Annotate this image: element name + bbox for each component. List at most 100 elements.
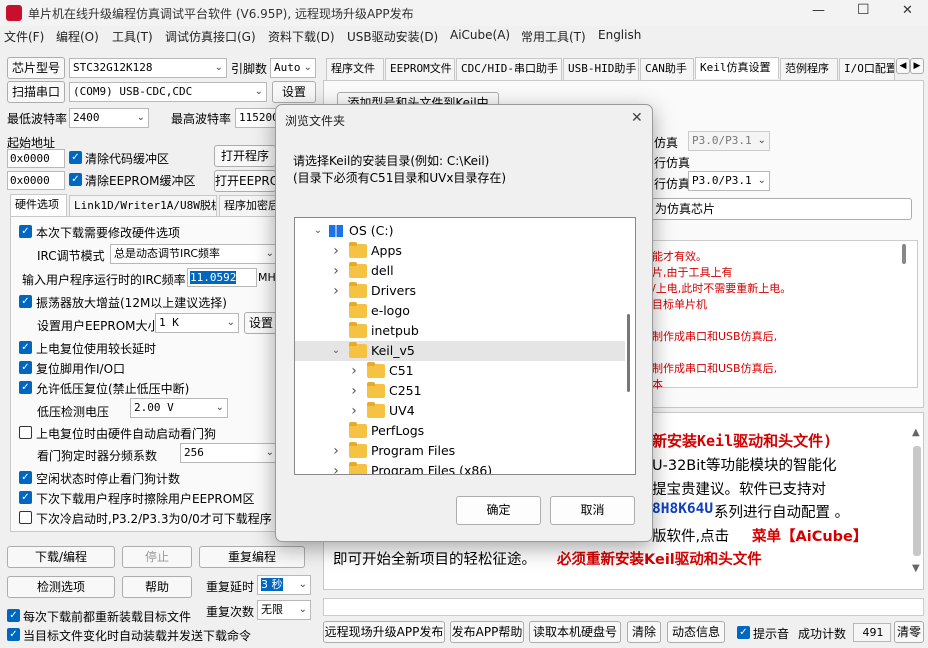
sim-port-select-3[interactable]: P3.0/P3.1 ⌄	[688, 171, 770, 191]
menu-tools[interactable]: 工具(T)	[112, 28, 153, 45]
chevron-right-icon[interactable]: ›	[349, 401, 359, 421]
code-address-input[interactable]: 0x0000	[7, 149, 65, 168]
read-disk-button[interactable]: 读取本机硬盘号	[529, 621, 621, 643]
clear-code-checkbox[interactable]: ✓	[69, 151, 82, 164]
clear-eeprom-checkbox[interactable]: ✓	[69, 173, 82, 186]
beep-checkbox[interactable]: ✓	[737, 626, 750, 639]
eeprom-size-select[interactable]: 1 K ⌄	[155, 313, 239, 333]
close-button[interactable]: ✕	[902, 3, 913, 18]
folder-tree[interactable]: ⌄ OS (C:) › Apps › dell › Drivers e-logo inetpub ⌄…	[294, 217, 636, 475]
tab-can[interactable]: CAN助手	[640, 58, 694, 80]
tab-keil-sim[interactable]: Keil仿真设置	[695, 57, 779, 79]
sim-info-scrollbar[interactable]	[902, 244, 906, 264]
clear-log-button[interactable]: 清除	[627, 621, 661, 643]
dialog-close-icon[interactable]: ✕	[631, 110, 643, 126]
check-options-button[interactable]: 检测选项	[7, 576, 115, 598]
minimize-button[interactable]: —	[812, 3, 825, 18]
tab-scroll-left-button[interactable]: ◀	[896, 58, 910, 74]
tree-item-apps[interactable]: › Apps	[295, 241, 625, 261]
max-baud-select[interactable]: 115200	[235, 108, 277, 128]
help-button[interactable]: 帮助	[122, 576, 192, 598]
tab-usb-hid[interactable]: USB-HID助手	[563, 58, 639, 80]
chip-type-button[interactable]: 芯片型号	[7, 57, 65, 79]
tab-io-config[interactable]: I/O口配置	[839, 58, 895, 80]
min-baud-select[interactable]: 2400 ⌄	[69, 108, 149, 128]
menu-file[interactable]: 文件(F)	[4, 28, 44, 45]
tree-item-c251[interactable]: › C251	[295, 381, 625, 401]
chevron-right-icon[interactable]: ›	[331, 241, 341, 261]
chevron-right-icon[interactable]: ›	[331, 441, 341, 461]
stop-button[interactable]: 停止	[122, 546, 192, 568]
download-button[interactable]: 下载/编程	[7, 546, 115, 568]
chip-type-select[interactable]: STC32G12K128 ⌄	[69, 58, 227, 78]
menu-usb-driver[interactable]: USB驱动安装(D)	[347, 28, 438, 45]
tree-item-perflogs[interactable]: PerfLogs	[295, 421, 625, 441]
chevron-right-icon[interactable]: ›	[331, 461, 341, 474]
idle-wdt-checkbox[interactable]: ✓	[19, 471, 32, 484]
menu-program[interactable]: 编程(O)	[56, 28, 99, 45]
tab-cdc-serial[interactable]: CDC/HID-串口助手	[456, 58, 562, 80]
menu-common-tools[interactable]: 常用工具(T)	[521, 28, 586, 45]
chevron-right-icon[interactable]: ›	[331, 261, 341, 281]
modify-hw-checkbox[interactable]: ✓	[19, 225, 32, 238]
sim-port-select-1[interactable]: P3.0/P3.1 ⌄	[688, 131, 770, 151]
menu-english[interactable]: English	[598, 28, 641, 42]
scan-port-button[interactable]: 扫描串口	[7, 81, 65, 103]
news-scroll-up-icon[interactable]: ▲	[912, 427, 920, 438]
open-program-button[interactable]: 打开程序	[214, 145, 276, 167]
auto-send-checkbox[interactable]: ✓	[7, 628, 20, 641]
chevron-right-icon[interactable]: ›	[349, 361, 359, 381]
dynamic-info-button[interactable]: 动态信息	[667, 621, 725, 643]
chevron-right-icon[interactable]: ›	[349, 381, 359, 401]
repeat-count-select[interactable]: 无限 ⌄	[257, 600, 311, 620]
chevron-down-icon[interactable]: ⌄	[313, 221, 323, 241]
eeprom-set-button[interactable]: 设置	[244, 312, 278, 334]
set-sim-chip-button[interactable]: 为仿真芯片	[650, 198, 912, 220]
tab-eeprom-file[interactable]: EEPROM文件	[385, 58, 455, 80]
menu-debug[interactable]: 调试仿真接口(G)	[165, 28, 256, 45]
low-voltage-select[interactable]: 2.00 V ⌄	[130, 398, 228, 418]
tree-item-c51[interactable]: › C51	[295, 361, 625, 381]
menu-aicube[interactable]: AiCube(A)	[450, 28, 510, 42]
tree-item-os-c[interactable]: ⌄ OS (C:)	[295, 221, 625, 241]
lvr-checkbox[interactable]: ✓	[19, 381, 32, 394]
erase-eeprom-checkbox[interactable]: ✓	[19, 491, 32, 504]
tree-item-e-logo[interactable]: e-logo	[295, 301, 625, 321]
tree-scrollbar-thumb[interactable]	[627, 314, 630, 392]
p32-p33-checkbox[interactable]	[19, 511, 32, 524]
long-reset-checkbox[interactable]: ✓	[19, 341, 32, 354]
menu-download[interactable]: 资料下载(D)	[268, 28, 335, 45]
maximize-button[interactable]: ☐	[857, 2, 870, 18]
tree-item-program-files-x86[interactable]: › Program Files (x86)	[295, 461, 625, 474]
remote-upgrade-button[interactable]: 远程现场升级APP发布	[323, 621, 445, 643]
tree-item-inetpub[interactable]: inetpub	[295, 321, 625, 341]
tree-item-dell[interactable]: › dell	[295, 261, 625, 281]
tab-examples[interactable]: 范例程序	[780, 58, 838, 80]
tab-link1d-offline[interactable]: Link1D/Writer1A/U8W脱机	[69, 195, 217, 217]
port-select[interactable]: (COM9) USB-CDC,CDC ⌄	[69, 82, 267, 102]
irc-mode-select[interactable]: 总是动态调节IRC频率 ⌄	[110, 244, 278, 264]
chevron-down-icon[interactable]: ⌄	[331, 341, 341, 361]
hw-wdt-checkbox[interactable]	[19, 426, 32, 439]
eeprom-address-input[interactable]: 0x0000	[7, 171, 65, 190]
osc-gain-checkbox[interactable]: ✓	[19, 295, 32, 308]
tree-item-drivers[interactable]: › Drivers	[295, 281, 625, 301]
tree-item-keil-v5[interactable]: ⌄ Keil_v5	[295, 341, 625, 361]
tab-program-encrypt[interactable]: 程序加密后	[219, 195, 277, 217]
reset-io-checkbox[interactable]: ✓	[19, 361, 32, 374]
news-scrollbar-thumb[interactable]	[913, 446, 921, 556]
ok-button[interactable]: 确定	[456, 496, 541, 525]
irc-freq-input[interactable]: 11.0592	[187, 268, 257, 287]
chevron-right-icon[interactable]: ›	[331, 281, 341, 301]
reset-count-button[interactable]: 清零	[894, 621, 924, 643]
reprogram-button[interactable]: 重复编程	[199, 546, 305, 568]
port-settings-button[interactable]: 设置	[272, 81, 316, 103]
tree-item-program-files[interactable]: › Program Files	[295, 441, 625, 461]
open-eeprom-button[interactable]: 打开EEPRO	[214, 170, 276, 192]
tree-item-uv4[interactable]: › UV4	[295, 401, 625, 421]
tab-scroll-right-button[interactable]: ▶	[910, 58, 924, 74]
reload-checkbox[interactable]: ✓	[7, 609, 20, 622]
tab-hardware-options[interactable]: 硬件选项	[10, 194, 67, 216]
pin-count-select[interactable]: Auto ⌄	[270, 58, 316, 78]
repeat-delay-select[interactable]: 3 秒 ⌄	[257, 575, 311, 595]
